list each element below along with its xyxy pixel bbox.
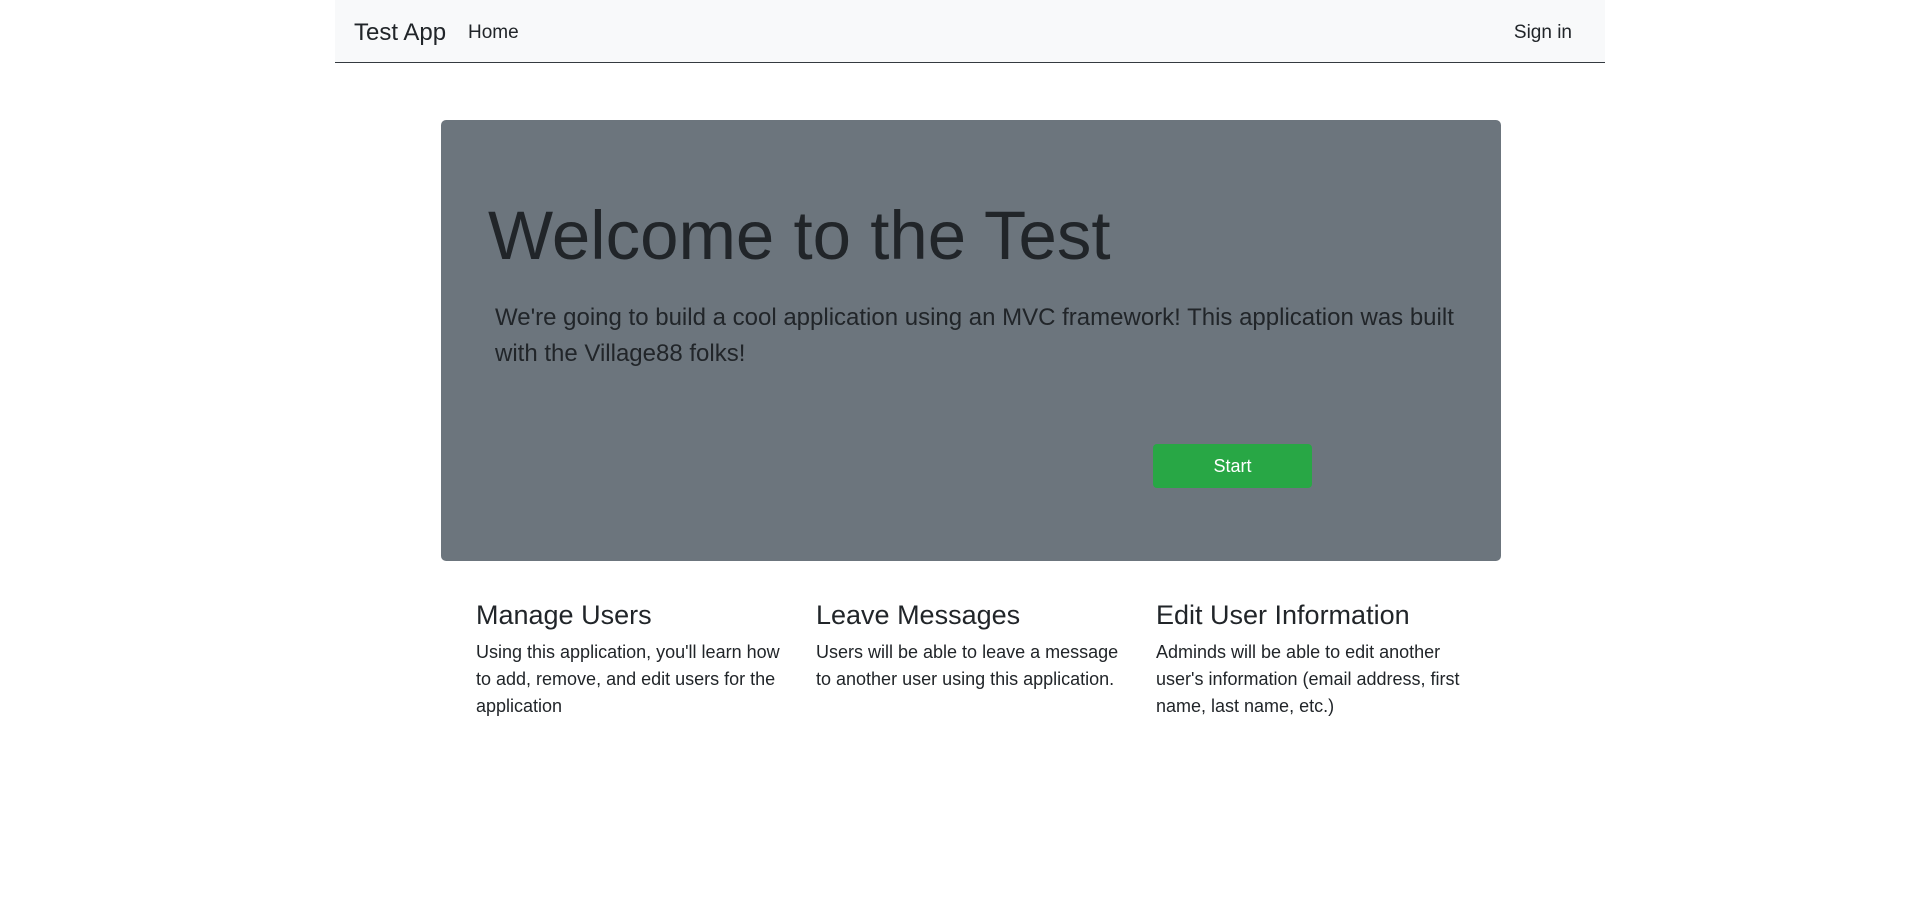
jumbotron-title: Welcome to the Test: [488, 197, 1111, 274]
nav-home-link[interactable]: Home: [468, 22, 519, 44]
start-button[interactable]: Start: [1153, 444, 1312, 488]
feature-text: Users will be able to leave a message to…: [816, 642, 1119, 689]
feature-edit-user-information: Edit User Information Adminds will be ab…: [1156, 598, 1466, 720]
navbar: Test App Home Sign in: [335, 0, 1605, 63]
feature-title: Edit User Information: [1156, 600, 1410, 630]
page: Test App Home Sign in Welcome to the Tes…: [0, 0, 1920, 910]
feature-leave-messages: Leave Messages Users will be able to lea…: [816, 598, 1126, 693]
feature-title: Leave Messages: [816, 600, 1021, 630]
brand-link[interactable]: Test App: [354, 19, 446, 47]
jumbotron: Welcome to the Test We're going to build…: [441, 120, 1501, 561]
feature-text: Using this application, you'll learn how…: [476, 642, 780, 716]
feature-title: Manage Users: [476, 600, 652, 630]
jumbotron-lead: We're going to build a cool application …: [495, 304, 1454, 367]
nav-signin-link[interactable]: Sign in: [1514, 22, 1572, 44]
feature-text: Adminds will be able to edit another use…: [1156, 642, 1460, 716]
feature-manage-users: Manage Users Using this application, you…: [476, 598, 786, 720]
